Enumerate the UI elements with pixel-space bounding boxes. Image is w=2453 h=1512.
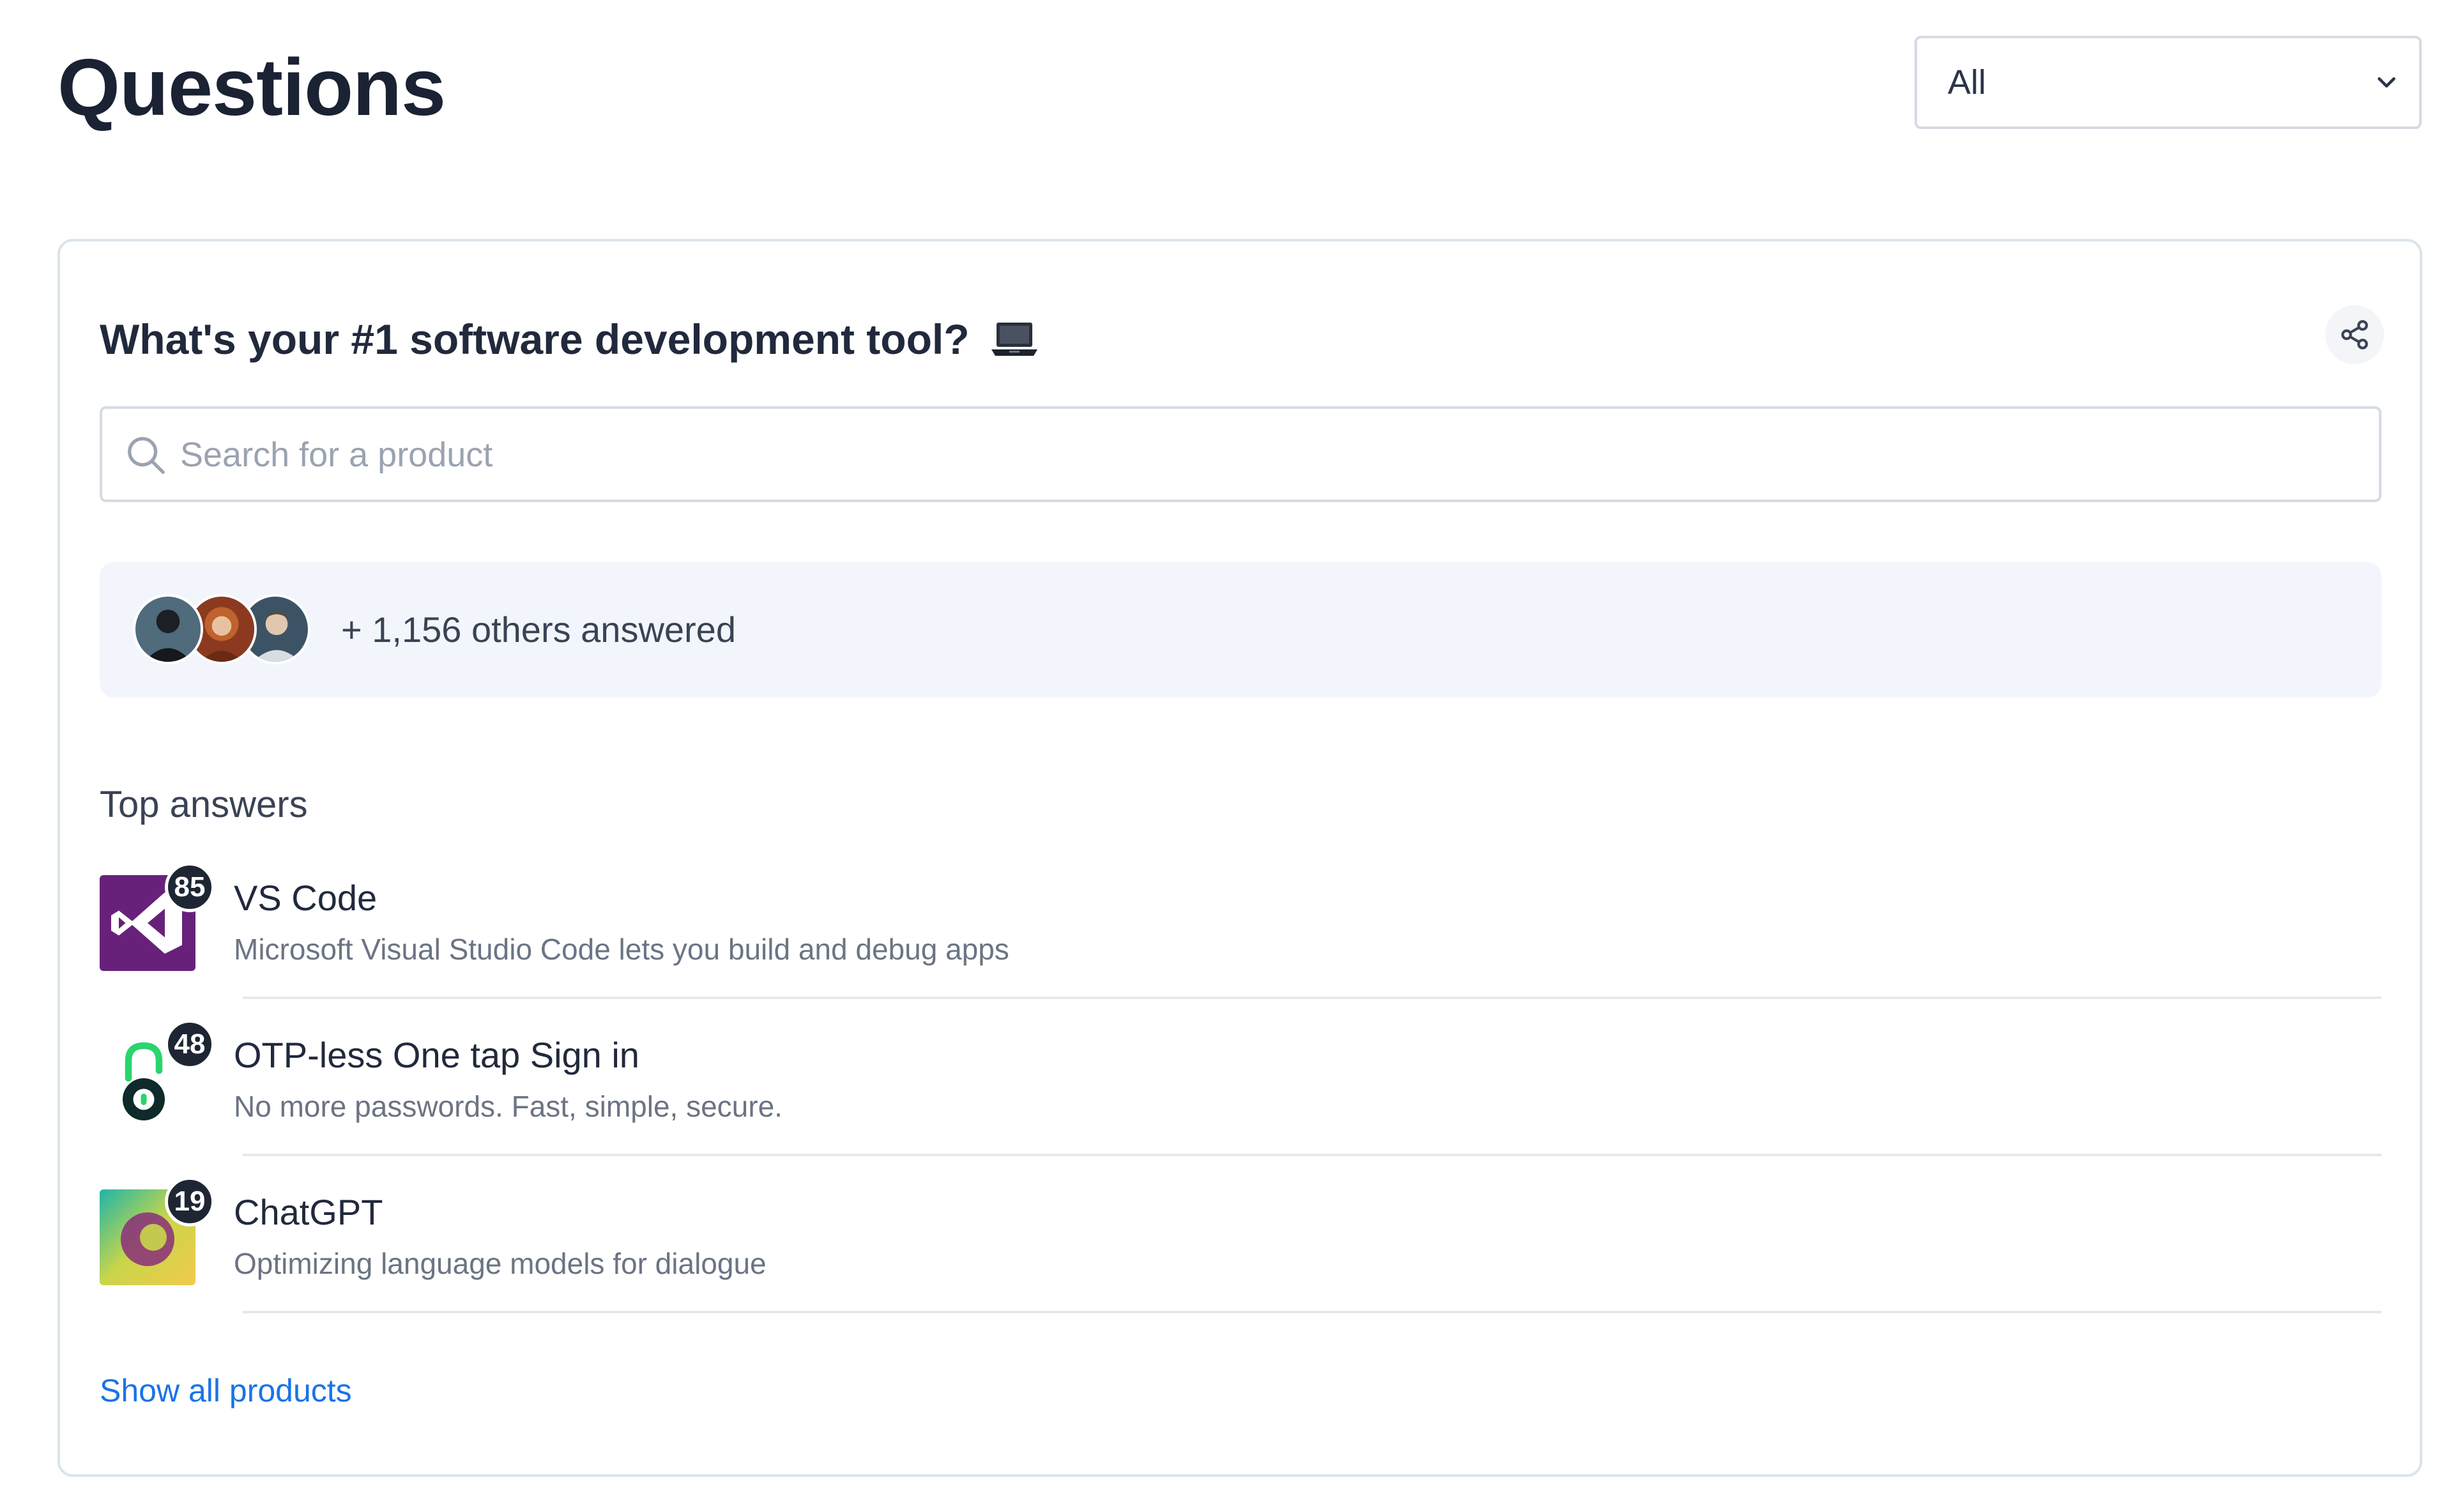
question-card: What's your #1 software development tool…	[57, 239, 2422, 1477]
show-all-products-link[interactable]: Show all products	[100, 1368, 352, 1413]
page-title: Questions	[57, 42, 446, 132]
top-answers-heading: Top answers	[100, 784, 308, 825]
question-title-text: What's your #1 software development tool…	[100, 316, 970, 363]
answer-row-vscode[interactable]: 85 VS Code Microsoft Visual Studio Code …	[100, 862, 2381, 1032]
questions-page: Questions All What's your #1 software de…	[0, 0, 2453, 1512]
answer-row-otp-less[interactable]: 48 OTP-less One tap Sign in No more pass…	[100, 1019, 2381, 1189]
divider	[243, 997, 2381, 999]
answer-name: OTP-less One tap Sign in	[234, 1035, 639, 1075]
answer-name: VS Code	[234, 878, 378, 918]
divider	[243, 1311, 2381, 1313]
answer-description: No more passwords. Fast, simple, secure.	[234, 1090, 783, 1123]
vote-count-badge: 85	[165, 862, 215, 912]
share-button[interactable]	[2325, 305, 2384, 364]
answer-description: Optimizing language models for dialogue	[234, 1247, 767, 1280]
filter-select[interactable]: All	[1914, 36, 2422, 129]
answer-row-chatgpt[interactable]: 19 ChatGPT Optimizing language models fo…	[100, 1177, 2381, 1347]
answer-name: ChatGPT	[234, 1192, 383, 1232]
laptop-icon	[991, 323, 1037, 356]
answered-count-text: + 1,156 others answered	[341, 609, 736, 650]
chevron-down-icon	[2378, 77, 2396, 88]
product-search-input[interactable]	[179, 409, 2289, 501]
filter-selected-value: All	[1948, 63, 1987, 102]
share-icon	[2341, 320, 2368, 349]
vote-count-badge: 48	[165, 1019, 215, 1069]
answerer-avatars	[133, 594, 318, 664]
answered-summary: + 1,156 others answered	[100, 562, 2381, 698]
question-title: What's your #1 software development tool…	[100, 310, 1040, 368]
avatar	[133, 594, 203, 664]
search-icon	[128, 437, 165, 474]
divider	[243, 1154, 2381, 1156]
answer-description: Microsoft Visual Studio Code lets you bu…	[234, 933, 1009, 966]
vote-count-badge: 19	[165, 1177, 215, 1226]
product-search-box[interactable]	[100, 406, 2381, 502]
